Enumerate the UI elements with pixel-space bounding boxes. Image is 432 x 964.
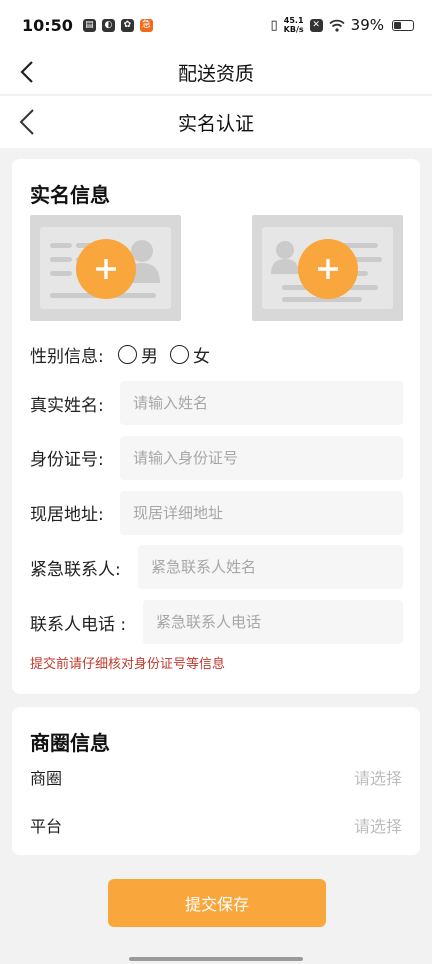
business-district-select[interactable]: 请选择: [354, 765, 402, 789]
secondary-back-button[interactable]: [14, 107, 40, 137]
secondary-page-title: 实名认证: [177, 112, 254, 135]
business-district-row[interactable]: 商圈 请选择: [12, 761, 420, 793]
id-card-back-upload[interactable]: [252, 215, 403, 321]
contact-phone-label: 联系人电话 :: [30, 615, 127, 635]
verification-warning: 提交前请仔细核对身份证号等信息: [30, 657, 226, 672]
radio-circle-icon: [118, 345, 137, 364]
portrait-icon: [271, 241, 299, 274]
status-bar: 10:50 ▤ ◐ ✿ 急 ▯ 45.1 KB/s ✕ 39%: [0, 0, 432, 50]
real-name-section-title: 实名信息: [30, 183, 110, 207]
emergency-contact-label: 紧急联系人:: [30, 560, 121, 580]
upload-front-plus-button[interactable]: [76, 239, 136, 299]
gender-option-male[interactable]: 男: [118, 342, 158, 367]
plus-icon: [318, 259, 338, 279]
battery-percent: 39%: [350, 16, 384, 34]
battery-fill: [394, 21, 401, 29]
gender-option-label: 女: [193, 347, 210, 367]
plus-icon: [96, 259, 116, 279]
business-section-title: 商圈信息: [30, 731, 110, 755]
gender-label: 性别信息:: [30, 347, 104, 367]
id-number-label: 身份证号:: [30, 450, 104, 470]
address-label: 现居地址:: [30, 505, 104, 525]
vibrate-icon: ▯: [270, 17, 278, 33]
home-indicator[interactable]: [129, 957, 303, 961]
primary-back-button[interactable]: [14, 57, 40, 87]
network-speed-unit: KB/s: [283, 25, 304, 34]
contact-phone-input[interactable]: [143, 600, 403, 644]
battery-icon: [392, 19, 414, 31]
urgent-notification-icon: 急: [139, 18, 153, 32]
wifi-icon: [329, 19, 345, 32]
real-name-card: 实名信息 性别信息: 男 女 真实姓名: 请输入姓名 身份证号: 请输入身份证号…: [12, 159, 420, 694]
upload-back-plus-button[interactable]: [298, 239, 358, 299]
back-arrow-icon: [20, 61, 33, 83]
primary-header: 配送资质: [0, 50, 432, 94]
address-input[interactable]: [120, 491, 403, 535]
primary-page-title: 配送资质: [177, 62, 254, 85]
status-left: 10:50 ▤ ◐ ✿ 急: [22, 16, 153, 35]
emergency-contact-input[interactable]: [138, 545, 403, 589]
id-number-input[interactable]: [120, 436, 403, 480]
status-time: 10:50: [22, 15, 73, 35]
business-district-label: 商圈: [30, 769, 63, 788]
gender-option-label: 男: [141, 347, 158, 367]
secondary-header: 实名认证: [0, 96, 432, 148]
submit-save-button[interactable]: 提交保存: [108, 879, 326, 927]
status-right: ▯ 45.1 KB/s ✕ 39%: [271, 16, 414, 34]
name-label: 真实姓名:: [30, 396, 104, 416]
id-card-front-upload[interactable]: [30, 215, 181, 321]
business-card: 商圈信息 商圈 请选择 平台 请选择: [12, 707, 420, 855]
platform-select[interactable]: 请选择: [354, 813, 402, 837]
gender-radio-group: 男 女: [118, 342, 222, 367]
gender-option-female[interactable]: 女: [170, 342, 210, 367]
radio-circle-icon: [170, 345, 189, 364]
name-input[interactable]: [120, 381, 403, 425]
back-arrow-icon: [19, 109, 34, 135]
grid-notification-icon: ✿: [120, 18, 134, 32]
network-speed: 45.1 KB/s: [284, 16, 304, 34]
no-sim-icon: ✕: [309, 18, 323, 32]
mail-notification-icon: ▤: [82, 18, 96, 32]
network-speed-value: 45.1: [283, 16, 304, 25]
platform-label: 平台: [30, 817, 63, 836]
app-notification-icon: ◐: [101, 18, 115, 32]
platform-row[interactable]: 平台 请选择: [12, 809, 420, 841]
